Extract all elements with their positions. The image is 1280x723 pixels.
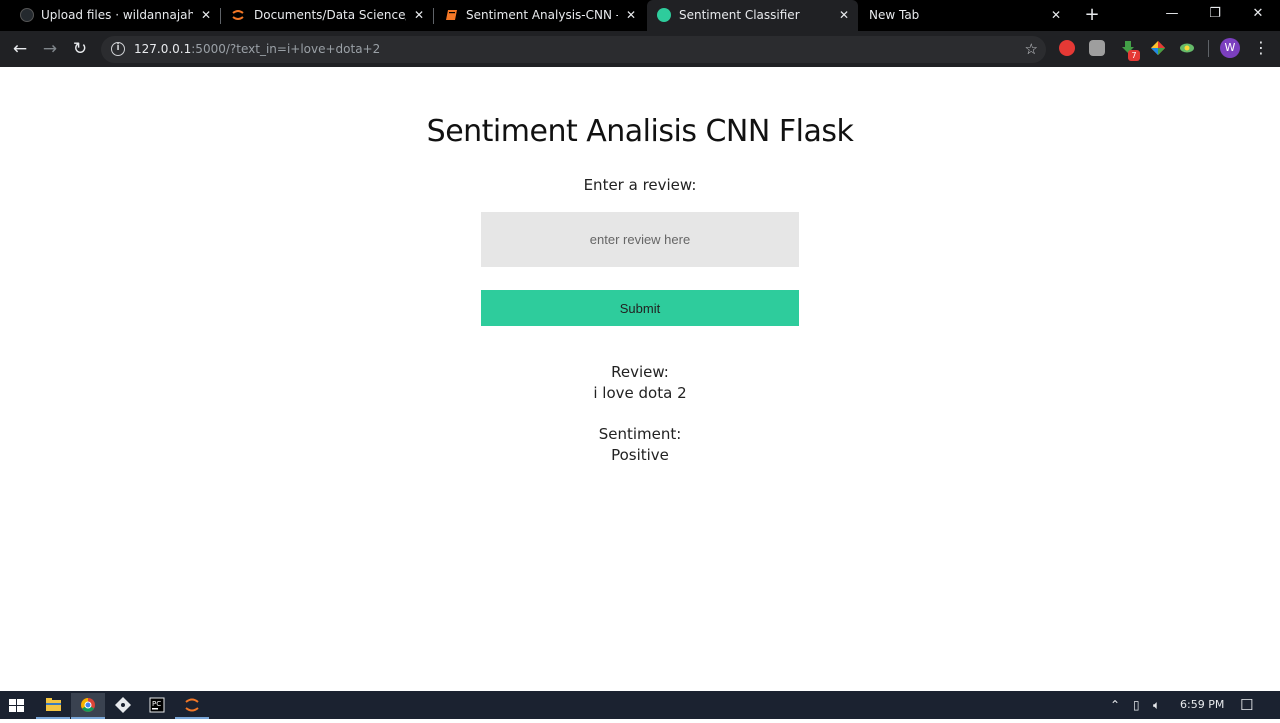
svg-text:PC: PC (152, 700, 161, 708)
extension-red-icon[interactable] (1059, 40, 1075, 56)
browser-toolbar: ← → ↻ i 127.0.0.1:5000/?text_in=i+love+d… (0, 31, 1280, 67)
file-explorer-icon[interactable] (36, 693, 70, 719)
tab-label: Upload files · wildannajahw/Se (41, 8, 193, 22)
tab-label: New Tab (869, 8, 920, 22)
toolbar-divider (1208, 40, 1209, 57)
site-favicon-icon (657, 8, 671, 22)
color-extension-icon[interactable] (1150, 40, 1166, 56)
pycharm-icon[interactable]: PC (140, 693, 174, 719)
restore-button[interactable]: ❐ (1195, 0, 1235, 31)
tab-label: Sentiment Analysis-CNN - Jupy (466, 8, 618, 22)
sentiment-value: Positive (611, 446, 669, 464)
submit-button[interactable]: Submit (481, 290, 799, 326)
jupyter-icon (231, 8, 245, 22)
tab-close-icon[interactable]: ✕ (837, 0, 851, 31)
jupyter-taskbar-icon[interactable] (175, 693, 209, 719)
minimize-button[interactable]: — (1152, 0, 1192, 31)
tab-sentiment-analysis-cnn[interactable]: Sentiment Analysis-CNN - Jupy ✕ (434, 0, 646, 31)
tab-close-icon[interactable]: ✕ (412, 0, 426, 31)
site-info-icon[interactable]: i (111, 42, 125, 56)
tab-label: Sentiment Classifier (679, 8, 800, 22)
back-arrow-icon[interactable]: ← (9, 39, 31, 59)
review-label: Review: (611, 363, 669, 381)
browser-menu-icon[interactable]: ⋮ (1253, 37, 1269, 59)
windows-start-icon[interactable] (0, 693, 34, 719)
sentiment-label: Sentiment: (598, 425, 682, 443)
url-text[interactable]: 127.0.0.1:5000/?text_in=i+love+dota+2 (134, 36, 380, 63)
chrome-icon[interactable] (71, 693, 105, 719)
tab-sentiment-classifier[interactable]: Sentiment Classifier ✕ (647, 0, 858, 31)
tray-overflow-icon[interactable]: ⌃ (1110, 691, 1120, 719)
eye-extension-icon[interactable] (1179, 40, 1195, 56)
review-prompt: Enter a review: (583, 176, 697, 194)
tab-upload-files[interactable]: Upload files · wildannajahw/Se ✕ (8, 0, 218, 31)
reload-icon[interactable]: ↻ (69, 39, 91, 59)
bookmark-star-icon[interactable]: ☆ (1025, 36, 1038, 63)
notebook-icon (445, 8, 459, 22)
url-path: :5000/?text_in=i+love+dota+2 (191, 42, 381, 56)
page-title: Sentiment Analisis CNN Flask (426, 114, 854, 149)
action-center-icon[interactable]: ☐ (1240, 691, 1253, 719)
forward-arrow-icon[interactable]: → (39, 39, 61, 59)
tab-close-icon[interactable]: ✕ (1049, 0, 1063, 31)
extension-gray-icon[interactable] (1089, 40, 1105, 56)
volume-icon[interactable]: 🔈︎ (1153, 691, 1160, 719)
windows-taskbar: PC ⌃ ▯ 🔈︎ 6:59 PM ☐ (0, 691, 1280, 719)
github-icon (20, 8, 34, 22)
tab-documents[interactable]: Documents/Data Science/ ✕ (221, 0, 432, 31)
tab-label: Documents/Data Science/ (254, 8, 406, 22)
address-bar[interactable]: i 127.0.0.1:5000/?text_in=i+love+dota+2 … (101, 36, 1046, 63)
git-icon[interactable] (106, 693, 140, 719)
battery-icon[interactable]: ▯ (1133, 691, 1140, 719)
tab-close-icon[interactable]: ✕ (624, 0, 638, 31)
extension-badge: 7 (1128, 50, 1140, 61)
url-host: 127.0.0.1 (134, 42, 192, 56)
window-close-button[interactable]: ✕ (1238, 0, 1278, 31)
review-value: i love dota 2 (593, 384, 687, 402)
browser-tab-strip: Upload files · wildannajahw/Se ✕ Documen… (0, 0, 1280, 31)
tab-new-tab[interactable]: New Tab ✕ (859, 0, 1070, 31)
clock-time[interactable]: 6:59 PM (1180, 691, 1224, 719)
page-content: Sentiment Analisis CNN Flask Enter a rev… (0, 67, 1280, 691)
tab-close-icon[interactable]: ✕ (199, 0, 213, 31)
profile-avatar[interactable]: W (1220, 38, 1240, 58)
new-tab-button[interactable]: + (1083, 5, 1101, 25)
review-input[interactable] (481, 212, 799, 267)
